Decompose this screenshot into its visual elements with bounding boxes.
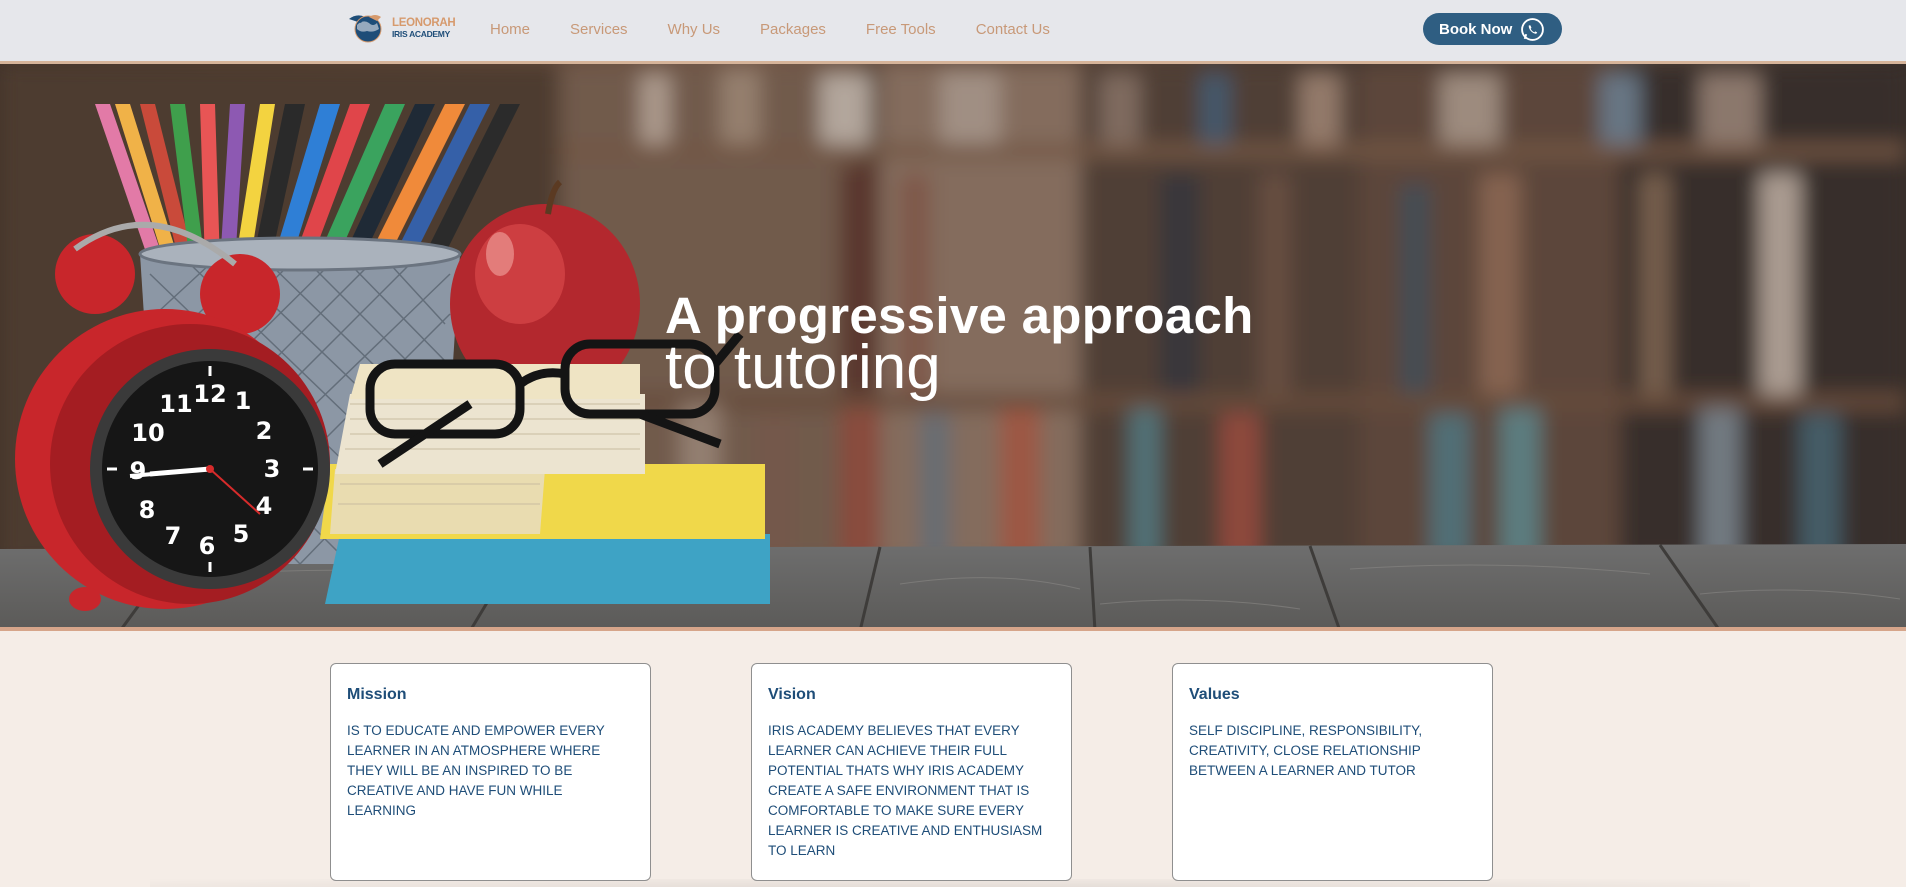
clock-number-1: 1 bbox=[235, 387, 252, 415]
logo-line2: IRIS ACADEMY bbox=[392, 29, 450, 39]
logo-line1: LEONORAH bbox=[392, 16, 456, 29]
clock-number-4: 4 bbox=[256, 492, 273, 520]
values-card: Values SELF DISCIPLINE, RESPONSIBILITY, … bbox=[1172, 663, 1493, 881]
mission-text: IS TO EDUCATE AND EMPOWER EVERY LEARNER … bbox=[347, 723, 605, 818]
mission-card: Mission IS TO EDUCATE AND EMPOWER EVERY … bbox=[330, 663, 651, 881]
clock-number-11: 11 bbox=[159, 390, 192, 418]
hero-title: A progressive approach to tutoring bbox=[665, 290, 1254, 399]
logo[interactable]: LEONORAH IRIS ACADEMY bbox=[347, 11, 456, 45]
vision-card: Vision IRIS ACADEMY BELIEVES THAT EVERY … bbox=[751, 663, 1072, 881]
clock-number-6: 6 bbox=[199, 532, 216, 560]
nav-why-us[interactable]: Why Us bbox=[668, 21, 721, 38]
mission-vision-values-section: Mission IS TO EDUCATE AND EMPOWER EVERY … bbox=[0, 631, 1906, 887]
clock-number-10: 10 bbox=[131, 419, 164, 447]
clock-number-8: 8 bbox=[139, 496, 156, 524]
vision-title: Vision bbox=[768, 686, 816, 703]
mission-title: Mission bbox=[347, 686, 407, 703]
nav-contact-us[interactable]: Contact Us bbox=[976, 21, 1050, 38]
nav-free-tools[interactable]: Free Tools bbox=[866, 21, 936, 38]
whatsapp-icon bbox=[1521, 17, 1545, 41]
clock-number-3: 3 bbox=[264, 455, 281, 483]
clock-number-2: 2 bbox=[256, 417, 273, 445]
book-now-label: Book Now bbox=[1439, 20, 1513, 38]
site-header: LEONORAH IRIS ACADEMY Home Services Why … bbox=[0, 0, 1906, 64]
clock-number-7: 7 bbox=[165, 522, 182, 550]
clock-number-9: 9 bbox=[130, 457, 147, 485]
globe-logo-icon bbox=[349, 15, 382, 43]
values-text: SELF DISCIPLINE, RESPONSIBILITY, CREATIV… bbox=[1189, 723, 1423, 778]
hero-banner: 12 1 2 3 4 5 6 7 8 9 10 11 A progressive… bbox=[0, 64, 1906, 631]
vision-text: IRIS ACADEMY BELIEVES THAT EVERY LEARNER… bbox=[768, 723, 1043, 858]
nav-packages[interactable]: Packages bbox=[760, 21, 826, 38]
book-now-button[interactable]: Book Now bbox=[1423, 13, 1562, 45]
nav-home[interactable]: Home bbox=[490, 21, 530, 38]
values-title: Values bbox=[1189, 686, 1240, 703]
clock-number-12: 12 bbox=[193, 380, 226, 408]
hero-title-line2: to tutoring bbox=[665, 333, 941, 402]
nav-services[interactable]: Services bbox=[570, 21, 628, 38]
main-nav: Home Services Why Us Packages Free Tools… bbox=[490, 0, 1050, 58]
clock-number-5: 5 bbox=[233, 520, 250, 548]
